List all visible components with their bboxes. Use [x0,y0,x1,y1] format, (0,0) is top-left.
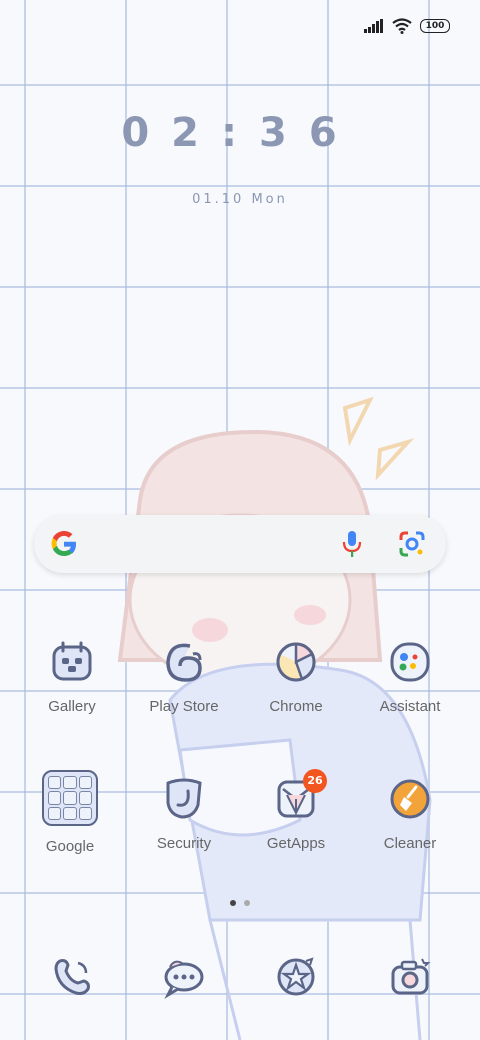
app-label: Security [156,835,212,852]
security-icon [166,778,202,819]
app-play-store[interactable]: Play Store [129,638,239,715]
app-chrome[interactable]: Chrome [241,638,351,715]
google-lens-icon[interactable] [398,530,426,558]
status-bar: 100 [364,18,450,34]
camera-icon [391,958,431,995]
voice-search-icon[interactable] [340,529,364,559]
app-label: GetApps [266,835,326,852]
clock-time[interactable]: 02:36 [0,110,480,156]
page-indicator[interactable] [0,900,480,906]
app-label: Assistant [379,698,441,715]
app-label: Play Store [149,698,219,715]
wifi-icon [392,18,412,34]
assistant-icon [390,642,430,682]
dock-messages[interactable] [129,955,239,1003]
app-label: Cleaner [383,835,437,852]
dock-phone[interactable] [17,955,127,1003]
app-label: Gallery [48,698,96,715]
gallery-icon [52,641,92,681]
app-getapps[interactable]: 26 GetApps [241,769,351,852]
app-security[interactable]: Security [129,775,239,852]
app-assistant[interactable]: Assistant [355,638,465,715]
google-folder-icon [42,770,98,826]
google-logo-icon[interactable] [48,528,80,560]
battery-indicator: 100 [420,19,450,33]
signal-icon [364,19,383,33]
phone-icon [54,959,90,995]
cleaner-icon [390,779,430,819]
messages-icon [164,960,204,999]
page-dot-active[interactable] [230,900,236,906]
app-google-folder[interactable]: Google [15,770,125,855]
app-cleaner[interactable]: Cleaner [355,775,465,852]
chrome-icon [276,642,316,682]
dock-camera[interactable] [355,955,465,1003]
app-gallery[interactable]: Gallery [17,638,127,715]
play-store-icon [166,643,202,682]
google-search-bar[interactable] [34,515,446,573]
browser-icon [277,957,315,996]
notification-badge: 26 [303,769,327,793]
page-dot[interactable] [244,900,250,906]
clock-date[interactable]: 01.10 Mon [0,192,480,207]
dock-browser[interactable] [241,955,351,1003]
app-label: Chrome [269,698,323,715]
app-label: Google [45,838,95,855]
